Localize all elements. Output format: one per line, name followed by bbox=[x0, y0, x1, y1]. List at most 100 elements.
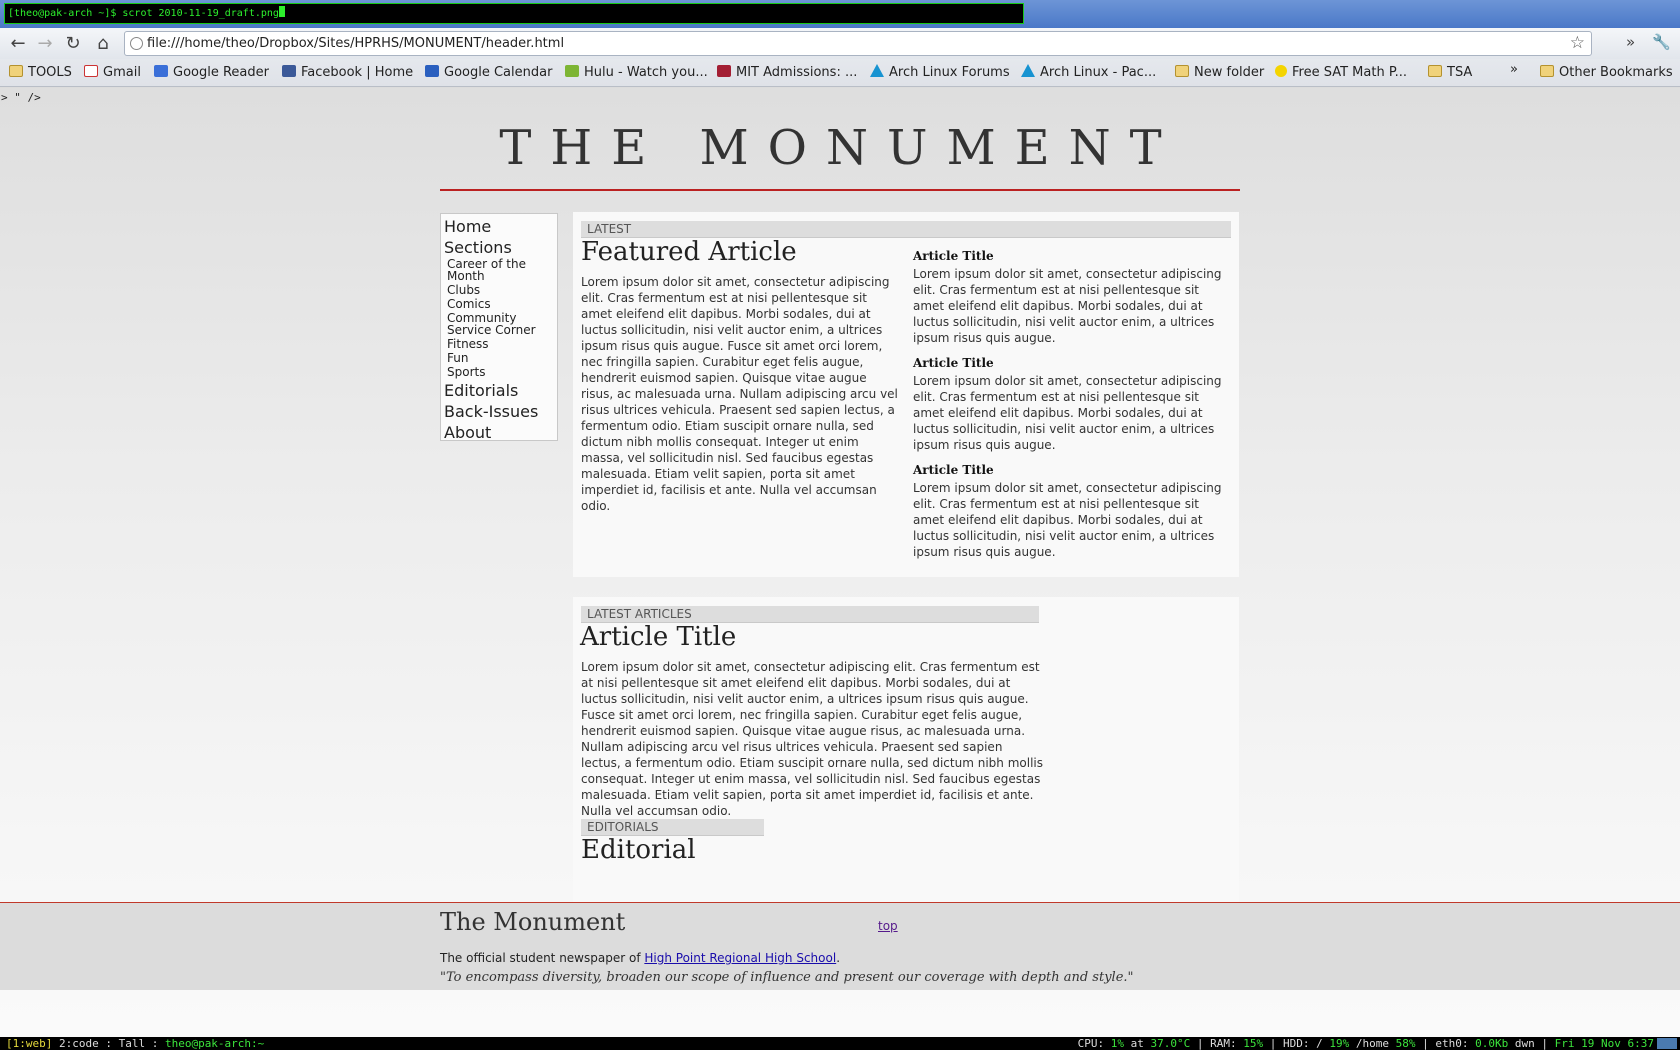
side-article-title[interactable]: Article Title bbox=[913, 462, 1225, 478]
folder-icon bbox=[1175, 65, 1189, 77]
cpu-temp: 37.0°C bbox=[1150, 1037, 1191, 1050]
title-divider bbox=[440, 189, 1240, 191]
latest-article-title[interactable]: Article Title bbox=[580, 622, 736, 652]
nav-sub-community-service[interactable]: Community Service Corner bbox=[444, 312, 557, 336]
url-input[interactable] bbox=[147, 34, 1557, 53]
latest-panel: LATEST Featured Article Lorem ipsum dolo… bbox=[573, 212, 1239, 577]
nav-back-issues[interactable]: Back-Issues bbox=[444, 401, 557, 422]
featured-article-title[interactable]: Featured Article bbox=[581, 237, 797, 267]
mit-icon bbox=[717, 65, 731, 77]
bookmarks-bar: TOOLS Gmail Google Reader Facebook | Hom… bbox=[0, 59, 1680, 87]
net-rate: 0.0Kb bbox=[1475, 1037, 1509, 1050]
tag-active[interactable]: [1:web] bbox=[6, 1037, 52, 1050]
hulu-icon bbox=[565, 65, 579, 77]
latest-articles-label: LATEST ARTICLES bbox=[581, 606, 1039, 623]
latest-article-body: Lorem ipsum dolor sit amet, consectetur … bbox=[581, 660, 1043, 818]
hdd-root-usage: 19% bbox=[1329, 1037, 1350, 1050]
sidebar-nav: Home Sections Career of the Month Clubs … bbox=[440, 213, 558, 443]
featured-article-body: Lorem ipsum dolor sit amet, consectetur … bbox=[581, 275, 898, 513]
browser-toolbar: ← → ↻ ⌂ ☆ » 🔧 bbox=[0, 28, 1680, 59]
site-title: THE MONUMENT bbox=[499, 120, 1181, 176]
bookmark-arch-forums[interactable]: Arch Linux Forums bbox=[870, 64, 1010, 82]
bookmark-facebook[interactable]: Facebook | Home bbox=[282, 64, 413, 82]
page-menu-chevron-icon[interactable]: » bbox=[1626, 33, 1635, 51]
tray-network-icon[interactable] bbox=[1657, 1038, 1677, 1049]
footer-tagline: The official student newspaper of High P… bbox=[440, 951, 841, 965]
page-content: > " /> THE MONUMENT Home Sections Career… bbox=[0, 88, 1680, 1037]
editorials-label: EDITORIALS bbox=[581, 819, 764, 836]
terminal-window[interactable]: [theo@pak-arch ~]$ scrot 2010-11-19_draf… bbox=[4, 3, 1024, 24]
nav-sub-sports[interactable]: Sports bbox=[444, 366, 557, 378]
bookmark-gmail[interactable]: Gmail bbox=[84, 64, 141, 82]
folder-icon bbox=[1428, 65, 1442, 77]
editorial-title[interactable]: Editorial bbox=[581, 835, 696, 865]
folder-icon bbox=[9, 65, 23, 77]
footer-quote: "To encompass diversity, broaden our sco… bbox=[440, 970, 1134, 985]
bookmark-tools[interactable]: TOOLS bbox=[9, 64, 72, 82]
nav-home[interactable]: Home bbox=[444, 216, 557, 237]
facebook-icon bbox=[282, 65, 296, 77]
bookmark-google-reader[interactable]: Google Reader bbox=[154, 64, 269, 82]
bookmark-mit-admissions[interactable]: MIT Admissions: ... bbox=[717, 64, 857, 82]
wm-tags: [1:web] 2:code : Tall : theo@pak-arch:~ bbox=[6, 1037, 264, 1050]
bookmark-google-calendar[interactable]: Google Calendar bbox=[425, 64, 552, 82]
latest-label: LATEST bbox=[581, 221, 1231, 238]
nav-sub-fun[interactable]: Fun bbox=[444, 352, 557, 364]
terminal-prompt: [theo@pak-arch ~]$ scrot 2010-11-19_draf… bbox=[8, 8, 279, 19]
school-link[interactable]: High Point Regional High School bbox=[644, 951, 836, 965]
side-article: Article Title Lorem ipsum dolor sit amet… bbox=[913, 462, 1225, 560]
nav-sub-clubs[interactable]: Clubs bbox=[444, 284, 557, 296]
back-arrow-icon[interactable]: ← bbox=[6, 32, 30, 56]
folder-icon bbox=[1540, 65, 1554, 77]
bookmark-tsa[interactable]: TSA bbox=[1428, 64, 1472, 82]
arch-linux-icon bbox=[870, 64, 884, 77]
side-article-title[interactable]: Article Title bbox=[913, 248, 1225, 264]
bookmark-other-bookmarks[interactable]: Other Bookmarks bbox=[1540, 64, 1673, 82]
ram-usage: 15% bbox=[1243, 1037, 1264, 1050]
latest-articles-panel: LATEST ARTICLES Article Title Lorem ipsu… bbox=[573, 597, 1239, 940]
nav-sub-career-of-the-month[interactable]: Career of the Month bbox=[444, 258, 557, 282]
tag-other[interactable]: 2:code : Tall : bbox=[59, 1037, 158, 1050]
nav-about[interactable]: About bbox=[444, 422, 557, 443]
bookmark-free-sat-math[interactable]: Free SAT Math P... bbox=[1275, 64, 1407, 82]
side-article-body: Lorem ipsum dolor sit amet, consectetur … bbox=[913, 481, 1222, 559]
side-article-body: Lorem ipsum dolor sit amet, consectetur … bbox=[913, 374, 1222, 452]
nav-sub-fitness[interactable]: Fitness bbox=[444, 338, 557, 350]
desktop-top-strip: [theo@pak-arch ~]$ scrot 2010-11-19_draf… bbox=[0, 0, 1680, 28]
arch-linux-icon bbox=[1021, 64, 1035, 77]
hdd-home-usage: 58% bbox=[1395, 1037, 1416, 1050]
nav-sections[interactable]: Sections bbox=[444, 237, 557, 258]
home-icon[interactable]: ⌂ bbox=[91, 32, 115, 56]
forward-arrow-icon[interactable]: → bbox=[33, 32, 57, 56]
side-article: Article Title Lorem ipsum dolor sit amet… bbox=[913, 248, 1225, 346]
wrench-icon[interactable]: 🔧 bbox=[1652, 33, 1671, 51]
reader-icon bbox=[154, 65, 168, 77]
page-icon bbox=[130, 37, 143, 50]
footer-title: The Monument bbox=[440, 908, 626, 936]
bookmark-star-icon[interactable]: ☆ bbox=[1570, 33, 1585, 53]
site-footer: The Monument top The official student ne… bbox=[0, 902, 1680, 990]
side-article-title[interactable]: Article Title bbox=[913, 355, 1225, 371]
bookmark-arch-packages[interactable]: Arch Linux - Pac... bbox=[1021, 64, 1156, 82]
side-articles: Article Title Lorem ipsum dolor sit amet… bbox=[913, 248, 1225, 569]
more-bookmarks-chevron-icon[interactable]: » bbox=[1510, 61, 1518, 79]
bookmark-hulu[interactable]: Hulu - Watch you... bbox=[565, 64, 708, 82]
wm-status-bar: [1:web] 2:code : Tall : theo@pak-arch:~ … bbox=[0, 1037, 1680, 1050]
sat-icon bbox=[1275, 65, 1287, 77]
side-article-body: Lorem ipsum dolor sit amet, consectetur … bbox=[913, 267, 1222, 345]
bookmark-new-folder[interactable]: New folder bbox=[1175, 64, 1264, 82]
address-bar[interactable]: ☆ bbox=[124, 31, 1592, 56]
terminal-cursor bbox=[278, 6, 285, 17]
window-title: theo@pak-arch:~ bbox=[164, 1037, 265, 1050]
calendar-icon bbox=[425, 65, 439, 77]
nav-sub-comics[interactable]: Comics bbox=[444, 298, 557, 310]
clock: Fri 19 Nov 6:37 bbox=[1554, 1037, 1654, 1050]
top-link[interactable]: top bbox=[878, 919, 898, 933]
cpu-usage: 1% bbox=[1110, 1037, 1125, 1050]
stray-markup-text: > " /> bbox=[1, 91, 41, 104]
reload-icon[interactable]: ↻ bbox=[61, 32, 85, 56]
side-article: Article Title Lorem ipsum dolor sit amet… bbox=[913, 355, 1225, 453]
system-monitor: CPU: 1% at 37.0°C | RAM: 15% | HDD: / 19… bbox=[1077, 1037, 1654, 1050]
nav-editorials[interactable]: Editorials bbox=[444, 380, 557, 401]
gmail-icon bbox=[84, 65, 98, 77]
